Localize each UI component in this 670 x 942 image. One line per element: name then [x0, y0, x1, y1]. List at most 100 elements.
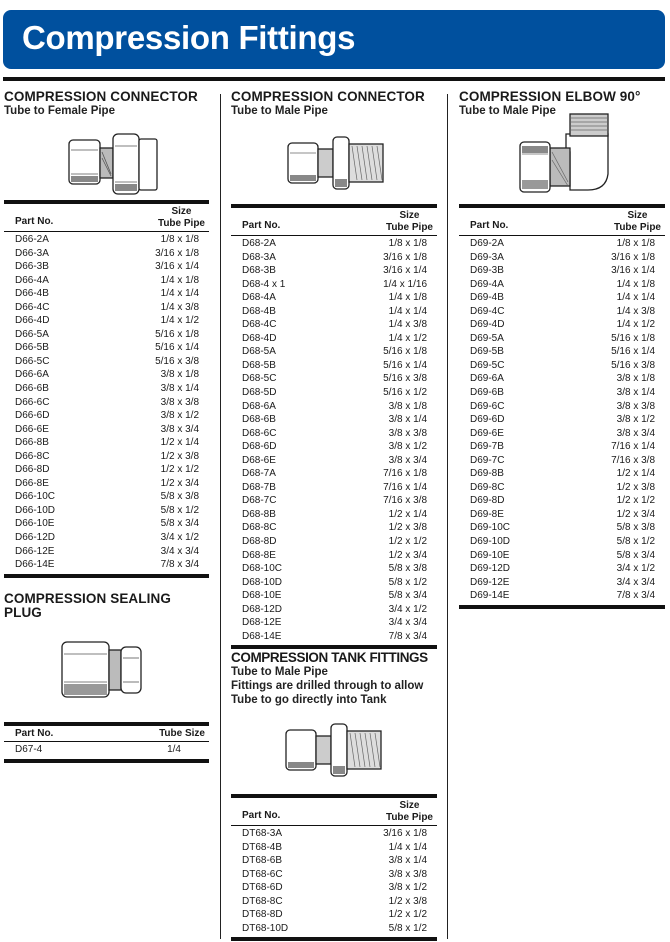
table-row: D66-8D 1/2 x 1/2 — [4, 463, 209, 477]
part-number: D66-3B — [15, 261, 49, 273]
size-value: 5/8 x 3/4 — [160, 518, 199, 530]
size-value: 5/16 x 1/2 — [383, 387, 427, 399]
table-row: D69-5A 5/16 x 1/8 — [459, 332, 665, 346]
table-row: D68-4A 1/4 x 1/8 — [231, 291, 437, 305]
size-value: 3/8 x 3/4 — [616, 427, 655, 439]
table-row: D68-5C 5/16 x 3/8 — [231, 372, 437, 386]
table-row: D68-8D 1/2 x 1/2 — [231, 535, 437, 549]
part-number: D66-5B — [15, 342, 49, 354]
part-number: D66-8C — [15, 450, 50, 462]
part-number: D68-8C — [242, 522, 277, 534]
size-value: 1/4 x 3/8 — [160, 301, 199, 313]
size-value: 5/8 x 3/8 — [160, 491, 199, 503]
table-row: D68-3A 3/16 x 1/8 — [231, 251, 437, 265]
size-value: 1/2 x 3/4 — [616, 508, 655, 520]
table-row: D66-8E 1/2 x 3/4 — [4, 477, 209, 491]
part-number: D69-12E — [470, 576, 510, 588]
part-number: D69-6C — [470, 400, 505, 412]
table-row: D68-4 x 1 1/4 x 1/16 — [231, 278, 437, 292]
size-value: 1/2 x 1/4 — [616, 468, 655, 480]
part-number: D68-10E — [242, 590, 282, 602]
table-row: D68-4C 1/4 x 3/8 — [231, 318, 437, 332]
table-row: D69-6B 3/8 x 1/4 — [459, 386, 665, 400]
table-row: D66-6C 3/8 x 3/8 — [4, 396, 209, 410]
table-row: D68-8B 1/2 x 1/4 — [231, 508, 437, 522]
size-value: 3/8 x 1/4 — [388, 855, 427, 867]
size-value: 3/8 x 3/8 — [388, 427, 427, 439]
col-part-no: Part No. — [242, 810, 281, 821]
size-value: 3/8 x 1/4 — [616, 387, 655, 399]
section-title: COMPRESSION CONNECTOR — [4, 89, 198, 104]
size-value: 1/8 x 1/8 — [616, 238, 655, 249]
size-value: 1/2 x 1/2 — [616, 495, 655, 507]
table-row: DT68-8D 1/2 x 1/2 — [231, 908, 437, 922]
size-value: 3/16 x 1/8 — [383, 828, 427, 839]
part-number: D69-10D — [470, 536, 511, 548]
part-number: D69-7B — [470, 441, 504, 453]
part-number: D69-8E — [470, 508, 504, 520]
size-value: 5/8 x 3/4 — [616, 549, 655, 561]
table-row: D68-10D 5/8 x 1/2 — [231, 576, 437, 590]
table-sealing-plug: Part No. Tube Size D67-4 1/4 — [4, 722, 209, 763]
table-row: D68-6D 3/8 x 1/2 — [231, 440, 437, 454]
size-value: 1/4 x 1/2 — [616, 319, 655, 331]
table-row: DT68-6B 3/8 x 1/4 — [231, 854, 437, 868]
table-row: D69-4A 1/4 x 1/8 — [459, 278, 665, 292]
table-row: D68-6E 3/8 x 3/4 — [231, 454, 437, 468]
part-number: D66-6A — [15, 369, 49, 381]
page-title: Compression Fittings — [22, 19, 356, 56]
table-row: D69-7C 7/16 x 3/8 — [459, 454, 665, 468]
table-row: D68-4B 1/4 x 1/4 — [231, 305, 437, 319]
table-row: DT68-6D 3/8 x 1/2 — [231, 881, 437, 895]
table-row: DT68-8C 1/2 x 3/8 — [231, 895, 437, 909]
size-value: 1/4 x 1/8 — [616, 278, 655, 290]
table-row: D68-6A 3/8 x 1/8 — [231, 400, 437, 414]
size-value: 3/8 x 1/8 — [616, 373, 655, 385]
size-value: 1/4 — [167, 744, 181, 755]
size-value: 3/8 x 1/8 — [388, 400, 427, 412]
part-number: D69-8D — [470, 495, 505, 507]
part-number: DT68-10D — [242, 922, 289, 934]
table-row: D69-8D 1/2 x 1/2 — [459, 494, 665, 508]
table-header: Part No. Size Tube Pipe — [459, 208, 665, 236]
table-row: D69-6E 3/8 x 3/4 — [459, 427, 665, 441]
section-sealing-plug: COMPRESSION SEALING PLUG — [4, 592, 210, 620]
table-elbow-90: Part No. Size Tube Pipe D69-2A 1/8 x 1/8 D… — [459, 204, 665, 609]
size-value: 1/2 x 1/2 — [388, 909, 427, 921]
size-value: 1/4 x 1/4 — [160, 288, 199, 300]
section-title: COMPRESSION TANK FITTINGS — [231, 650, 428, 665]
table-row: D69-10D 5/8 x 1/2 — [459, 535, 665, 549]
size-value: 7/16 x 3/8 — [383, 495, 427, 507]
part-number: D69-3A — [470, 251, 504, 263]
col-part-no: Part No. — [470, 220, 509, 231]
size-value: 1/4 x 3/8 — [616, 305, 655, 317]
part-number: D68-12D — [242, 603, 283, 615]
table-row: D68-5A 5/16 x 1/8 — [231, 345, 437, 359]
table-row: D69-10E 5/8 x 3/4 — [459, 549, 665, 563]
part-number: D68-3B — [242, 265, 276, 277]
part-number: D66-4A — [15, 274, 49, 286]
part-number: D66-3A — [15, 247, 49, 259]
table-row: D68-14E 7/8 x 3/4 — [231, 630, 437, 644]
part-number: D66-8B — [15, 437, 49, 449]
size-value: 7/16 x 1/8 — [383, 468, 427, 480]
part-number: D68-4B — [242, 305, 276, 317]
section-title-line2: PLUG — [4, 605, 42, 620]
size-value: 3/16 x 1/8 — [155, 247, 199, 259]
part-number: D66-12D — [15, 532, 56, 544]
table-row: D69-7B 7/16 x 1/4 — [459, 440, 665, 454]
table-row: D69-8B 1/2 x 1/4 — [459, 467, 665, 481]
part-number: D68-6D — [242, 441, 277, 453]
part-number: D69-3B — [470, 265, 504, 277]
size-value: 7/16 x 1/4 — [383, 481, 427, 493]
table-row: D69-4D 1/4 x 1/2 — [459, 318, 665, 332]
table-row: D68-7C 7/16 x 3/8 — [231, 494, 437, 508]
size-value: 7/8 x 3/4 — [616, 590, 655, 602]
col-size: Size Tube Pipe — [613, 210, 661, 233]
part-number: D69-6D — [470, 414, 505, 426]
table-row: D66-8B 1/2 x 1/4 — [4, 436, 209, 450]
part-number: D68-5D — [242, 387, 277, 399]
table-row: D66-14E 7/8 x 3/4 — [4, 558, 209, 572]
size-value: 1/2 x 1/4 — [160, 437, 199, 449]
size-value: 5/16 x 1/4 — [383, 359, 427, 371]
